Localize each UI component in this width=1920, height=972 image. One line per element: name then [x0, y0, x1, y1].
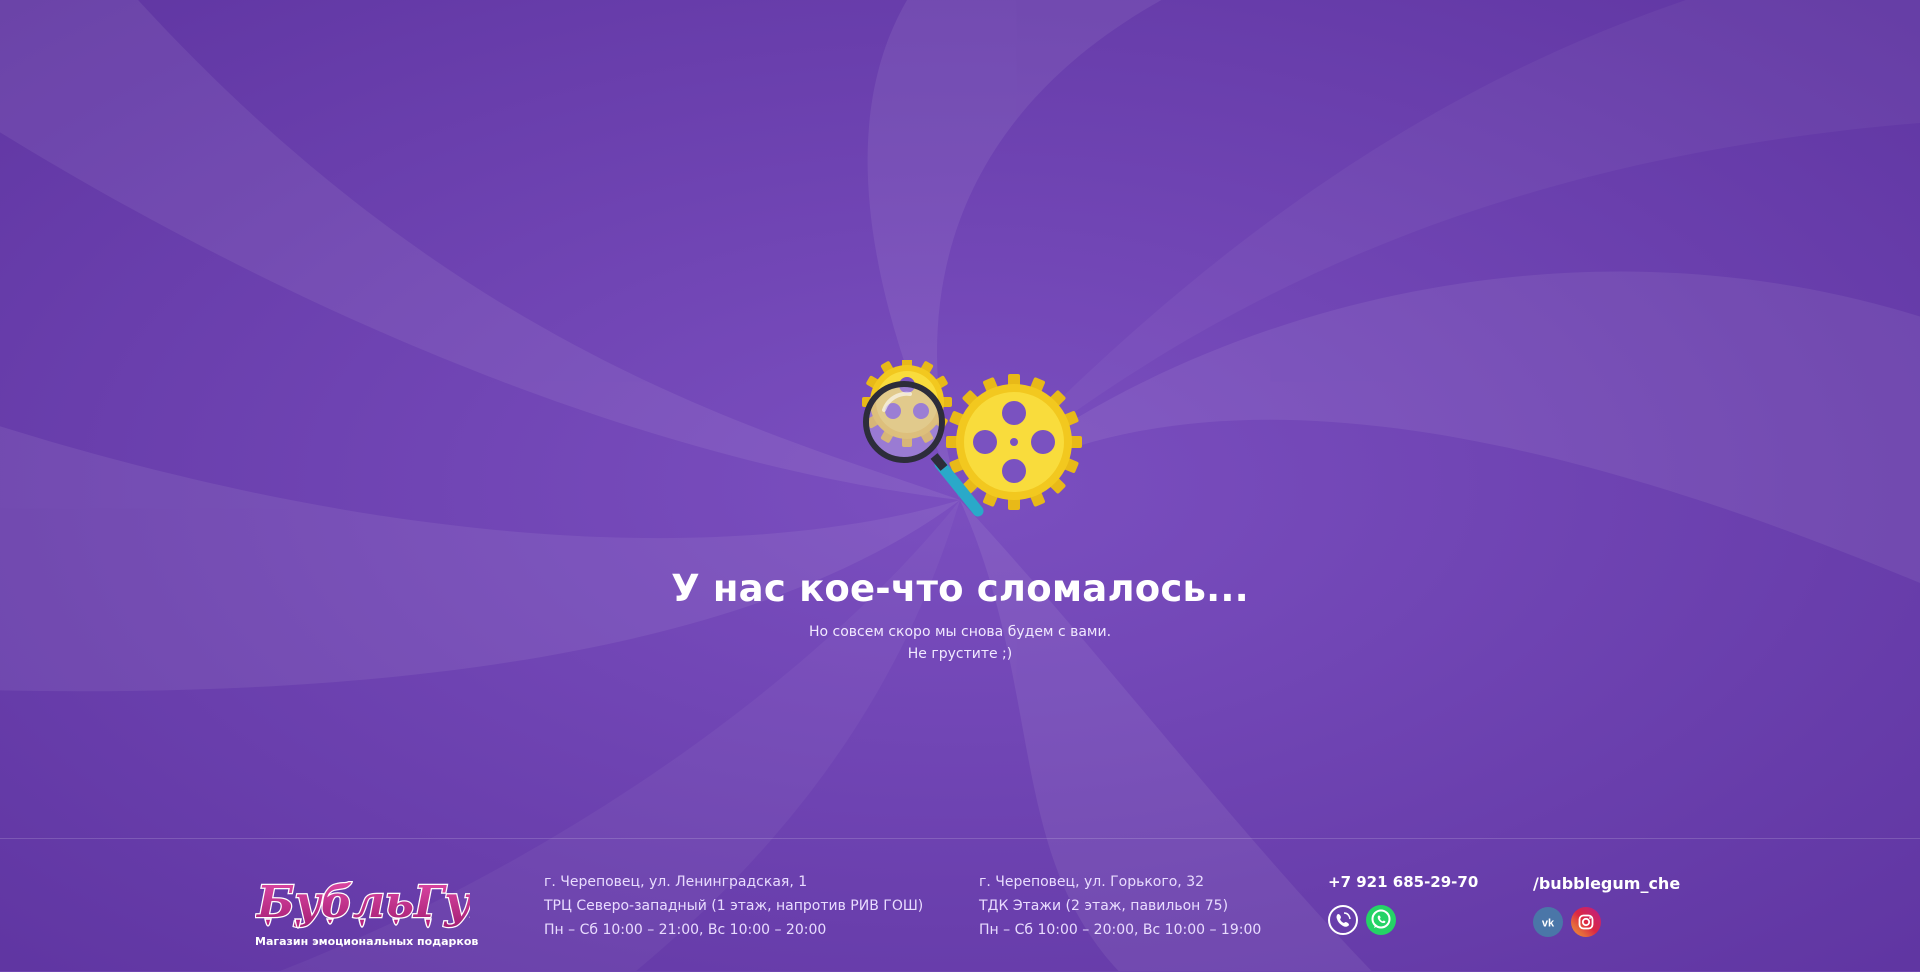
gears-magnifier-illustration — [862, 360, 1082, 517]
phone-link[interactable]: +7 921 685-29-70 — [1328, 873, 1478, 891]
error-subtitle: Но совсем скоро мы снова будем с вами. Н… — [0, 621, 1920, 665]
subtitle-line: Но совсем скоро мы снова будем с вами. — [808, 624, 1112, 640]
store-address-block: г. Череповец, ул. Горького, 32 ТДК Этажи… — [979, 870, 1261, 942]
svg-text:vk: vk — [1542, 918, 1555, 930]
store-hours: Пн – Сб 10:00 – 21:00, Вс 10:00 – 20:00 — [544, 922, 827, 938]
viber-icon[interactable] — [1328, 905, 1358, 935]
brand-tagline: Магазин эмоциональных подарков — [255, 935, 479, 948]
store-address: г. Череповец, ул. Ленинградская, 1 — [544, 874, 808, 890]
messenger-links — [1328, 905, 1396, 935]
footer: БубльГум Магазин эмоциональных подарков … — [0, 838, 1920, 972]
store-place: ТРЦ Северо-западный (1 этаж, напротив РИ… — [544, 898, 924, 914]
whatsapp-icon[interactable] — [1366, 905, 1396, 935]
store-address: г. Череповец, ул. Горького, 32 — [979, 874, 1205, 890]
vk-icon[interactable]: vk — [1533, 907, 1563, 937]
store-address-block: г. Череповец, ул. Ленинградская, 1 ТРЦ С… — [544, 870, 923, 942]
social-handle[interactable]: /bubblegum_che — [1533, 874, 1680, 893]
subtitle-line: Не грустите ;) — [907, 646, 1013, 662]
social-links: vk — [1533, 907, 1601, 937]
instagram-icon[interactable] — [1571, 907, 1601, 937]
store-hours: Пн – Сб 10:00 – 20:00, Вс 10:00 – 19:00 — [979, 922, 1262, 938]
error-title: У нас кое-что сломалось... — [671, 567, 1249, 610]
store-place: ТДК Этажи (2 этаж, павильон 75) — [979, 898, 1229, 914]
